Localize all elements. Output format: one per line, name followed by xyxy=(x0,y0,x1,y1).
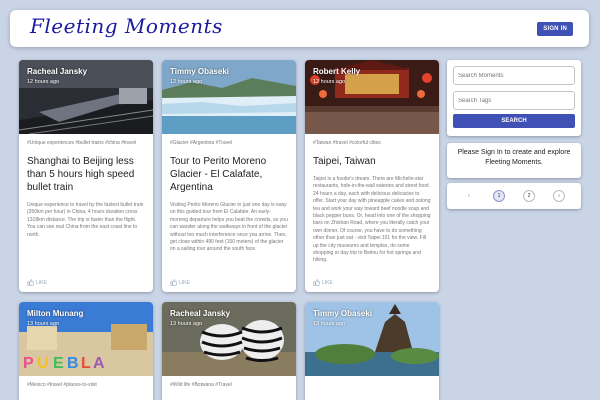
post-title: Tour to Perito Moreno Glacier - El Calaf… xyxy=(170,156,267,193)
post-card[interactable]: Racheal Jansky 12 hours ago #Unique expe… xyxy=(19,60,153,292)
post-tags: #Glacier #Argentina #Travel xyxy=(170,140,233,146)
search-moments-input[interactable] xyxy=(453,66,575,85)
search-panel: SEARCH xyxy=(447,60,581,136)
svg-text:E: E xyxy=(53,355,64,372)
post-message: Visiting Perito Moreno Glacier in just o… xyxy=(170,202,288,253)
post-author: Racheal Jansky xyxy=(27,67,88,76)
post-time: 12 hours ago xyxy=(27,79,60,85)
post-time: 12 hours ago xyxy=(170,79,203,85)
post-card[interactable]: Timmy Obaseki 12 hours ago #Glacier #Arg… xyxy=(162,60,296,292)
post-tags: #Mexico #travel #places-to-visit xyxy=(27,382,97,388)
svg-text:P: P xyxy=(23,355,34,372)
post-card[interactable]: Racheal Jansky 13 hours ago #Wild life #… xyxy=(162,302,296,400)
page-button-1[interactable]: 1 xyxy=(493,190,505,202)
like-label: LIKE xyxy=(36,279,47,286)
post-message: Taipei is a foodie's dream. There are Mi… xyxy=(313,176,431,264)
chevron-left-icon[interactable]: ‹ xyxy=(463,190,475,202)
chevron-right-icon[interactable]: › xyxy=(553,190,565,202)
post-image: Timmy Obaseki 13 hours ago xyxy=(305,302,439,376)
post-card[interactable]: Timmy Obaseki 13 hours ago xyxy=(305,302,439,400)
post-time: 12 hours ago xyxy=(313,79,346,85)
post-title: Taipei, Taiwan xyxy=(313,156,376,167)
app-logo[interactable]: Fleeting Moments xyxy=(30,14,223,38)
post-message: Unique experience to travel by the faste… xyxy=(27,202,144,238)
thumb-up-icon xyxy=(170,279,177,286)
post-image: Timmy Obaseki 12 hours ago xyxy=(162,60,296,134)
thumb-up-icon xyxy=(313,279,320,286)
post-card[interactable]: P U E B L A Milton Munang 13 hours ago #… xyxy=(19,302,153,400)
post-image: Racheal Jansky 13 hours ago xyxy=(162,302,296,376)
like-label: LIKE xyxy=(322,279,333,286)
svg-text:A: A xyxy=(93,355,105,372)
post-author: Timmy Obaseki xyxy=(313,309,372,318)
thumb-up-icon xyxy=(27,279,34,286)
app-bar: Fleeting Moments SIGN IN xyxy=(10,10,589,47)
svg-text:L: L xyxy=(81,355,91,372)
pagination: ‹ 1 2 › xyxy=(447,183,581,209)
like-button[interactable]: LIKE xyxy=(27,279,47,286)
page-button-2[interactable]: 2 xyxy=(523,190,535,202)
signin-prompt-panel: Please Sign In to create and explore Fle… xyxy=(447,143,581,178)
sign-in-button[interactable]: SIGN IN xyxy=(537,22,573,36)
post-tags: #Wild life #Botwana #Travel xyxy=(170,382,232,388)
svg-text:U: U xyxy=(37,355,49,372)
like-label: LIKE xyxy=(179,279,190,286)
post-card[interactable]: Robert Kelly 12 hours ago #Taiwan #trave… xyxy=(305,60,439,292)
search-button[interactable]: SEARCH xyxy=(453,114,575,128)
post-author: Racheal Jansky xyxy=(170,309,231,318)
svg-text:B: B xyxy=(67,355,79,372)
post-image: P U E B L A Milton Munang 13 hours ago xyxy=(19,302,153,376)
like-button[interactable]: LIKE xyxy=(313,279,333,286)
search-tags-input[interactable] xyxy=(453,91,575,110)
post-author: Timmy Obaseki xyxy=(170,67,229,76)
post-image: Robert Kelly 12 hours ago xyxy=(305,60,439,134)
post-time: 13 hours ago xyxy=(313,321,346,327)
post-time: 13 hours ago xyxy=(170,321,203,327)
post-time: 13 hours ago xyxy=(27,321,60,327)
post-title: Shanghai to Beijing less than 5 hours hi… xyxy=(27,156,135,193)
post-tags: #Taiwan #travel #colorful cities xyxy=(313,140,381,146)
post-author: Robert Kelly xyxy=(313,67,361,76)
post-tags: #Unique experiences #bullet trains #chin… xyxy=(27,140,137,146)
signin-prompt-text: Please Sign In to create and explore Fle… xyxy=(457,149,571,166)
post-author: Milton Munang xyxy=(27,309,84,318)
like-button[interactable]: LIKE xyxy=(170,279,190,286)
post-image: Racheal Jansky 12 hours ago xyxy=(19,60,153,134)
